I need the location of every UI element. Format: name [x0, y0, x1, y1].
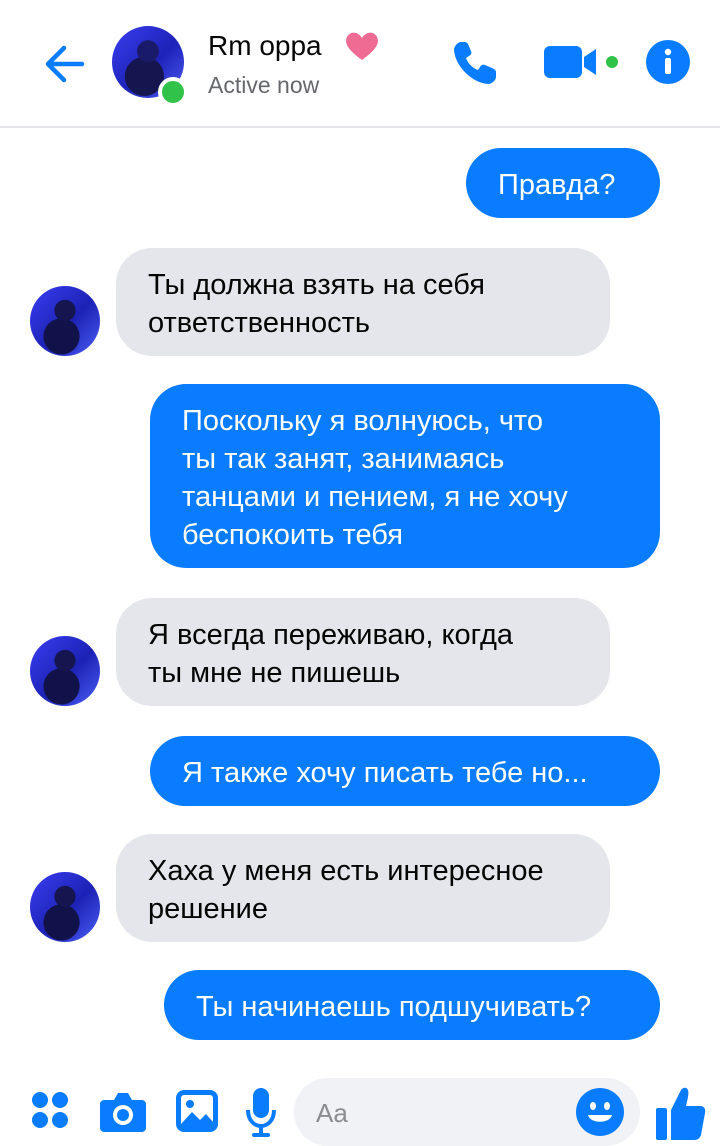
contact-avatar-small[interactable]	[30, 286, 100, 356]
contact-avatar-small[interactable]	[30, 636, 100, 706]
contact-avatar-small[interactable]	[30, 872, 100, 942]
phone-call-icon[interactable]	[450, 38, 500, 88]
incoming-message[interactable]: Хаха у меня есть интересное решение	[116, 834, 610, 942]
message-input-placeholder: Aa	[316, 1098, 348, 1128]
outgoing-message[interactable]: Правда?	[466, 148, 660, 218]
video-active-indicator	[606, 56, 618, 68]
outgoing-message[interactable]: Я также хочу писать тебе но...	[150, 736, 660, 806]
contact-name[interactable]: Rm oppa	[208, 30, 322, 62]
message-input[interactable]: Aa	[294, 1078, 640, 1146]
gallery-icon[interactable]	[176, 1090, 218, 1132]
online-indicator	[158, 77, 188, 107]
chat-header: Rm oppa Active now	[0, 0, 720, 128]
incoming-message[interactable]: Я всегда переживаю, когда ты мне не пише…	[116, 598, 610, 706]
thumbs-up-icon[interactable]	[656, 1086, 706, 1140]
video-call-icon[interactable]	[544, 40, 606, 84]
heart-icon	[346, 32, 378, 60]
emoji-icon[interactable]	[576, 1088, 624, 1136]
microphone-icon[interactable]	[246, 1088, 276, 1138]
camera-icon[interactable]	[100, 1090, 146, 1132]
info-icon[interactable]	[646, 40, 690, 84]
outgoing-message[interactable]: Ты начинаешь подшучивать?	[164, 970, 660, 1040]
apps-icon[interactable]	[30, 1090, 70, 1130]
back-arrow-icon[interactable]	[38, 40, 86, 88]
incoming-message[interactable]: Ты должна взять на себя ответственность	[116, 248, 610, 356]
active-status: Active now	[208, 72, 320, 98]
outgoing-message[interactable]: Поскольку я волнуюсь, что ты так занят, …	[150, 384, 660, 568]
composer-bar: Aa	[0, 1070, 720, 1146]
